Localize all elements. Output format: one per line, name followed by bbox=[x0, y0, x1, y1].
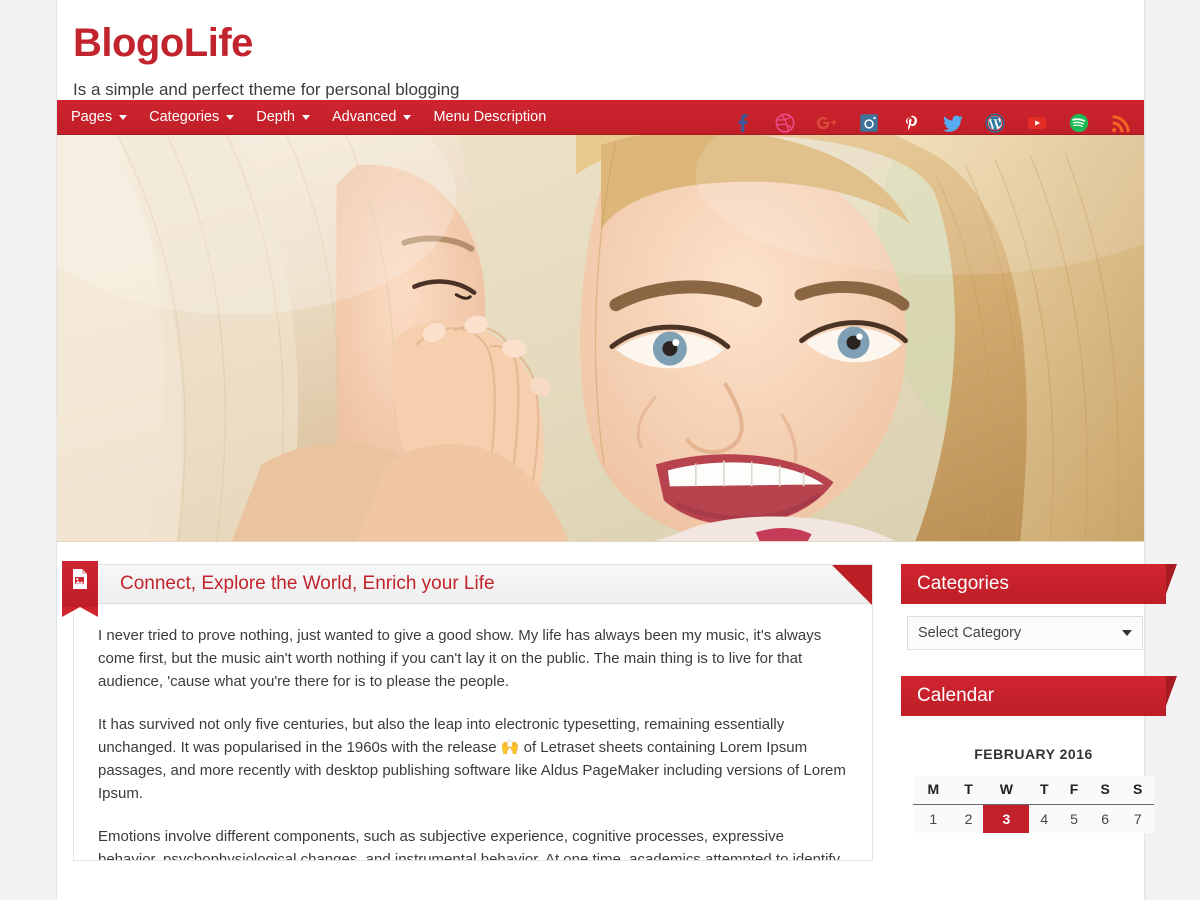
sidebar: Categories Select Category Calendar FEBR… bbox=[901, 564, 1177, 859]
chevron-down-icon bbox=[1122, 630, 1132, 636]
calendar-table: M T W T F S S 1 2 3 4 5 6 7 bbox=[913, 776, 1154, 833]
widget-header: Calendar bbox=[901, 676, 1177, 716]
google-plus-icon[interactable] bbox=[816, 112, 838, 134]
categories-widget: Categories Select Category bbox=[901, 564, 1177, 650]
main-column: Connect, Explore the World, Enrich your … bbox=[62, 561, 873, 861]
nav-item-pages[interactable]: Pages bbox=[71, 100, 140, 135]
widget-title: Categories bbox=[917, 573, 1009, 594]
widget-body: Select Category bbox=[901, 604, 1166, 650]
calendar-day[interactable]: 2 bbox=[953, 804, 984, 833]
calendar-day[interactable]: 7 bbox=[1121, 804, 1154, 833]
calendar-widget: Calendar FEBRUARY 2016 M T W T F S S 1 2… bbox=[901, 676, 1177, 833]
nav-item-depth[interactable]: Depth bbox=[256, 100, 323, 135]
chevron-down-icon bbox=[119, 114, 128, 120]
chevron-down-icon bbox=[403, 114, 412, 120]
calendar-weekday: F bbox=[1059, 776, 1089, 805]
site-container: BlogoLife Is a simple and perfect theme … bbox=[56, 0, 1177, 900]
calendar-weekday: M bbox=[913, 776, 954, 805]
post-paragraph: I never tried to prove nothing, just wan… bbox=[98, 627, 822, 690]
content-area: Connect, Explore the World, Enrich your … bbox=[57, 542, 1177, 861]
category-select[interactable]: Select Category bbox=[907, 616, 1143, 650]
spotify-icon[interactable] bbox=[1068, 112, 1090, 134]
widget-title: Calendar bbox=[917, 685, 995, 706]
calendar-day[interactable]: 6 bbox=[1088, 804, 1122, 833]
site-description: Is a simple and perfect theme for person… bbox=[73, 80, 460, 99]
site-header: BlogoLife Is a simple and perfect theme … bbox=[57, 0, 1144, 133]
dribbble-icon[interactable] bbox=[774, 112, 796, 134]
calendar-weekday: T bbox=[953, 776, 984, 805]
image-file-icon bbox=[62, 561, 98, 617]
post-paragraph: It has survived not only five centuries,… bbox=[98, 716, 846, 802]
post-paragraph: Emotions involve different components, s… bbox=[98, 828, 841, 861]
nav-label: Categories bbox=[149, 108, 220, 125]
nav-label: Menu Description bbox=[433, 108, 547, 125]
post-article: Connect, Explore the World, Enrich your … bbox=[62, 561, 873, 861]
post-corner-fold bbox=[832, 565, 872, 605]
nav-label: Depth bbox=[256, 108, 295, 125]
calendar-day[interactable]: 5 bbox=[1059, 804, 1089, 833]
wordpress-icon[interactable] bbox=[984, 112, 1006, 134]
calendar-caption: FEBRUARY 2016 bbox=[974, 746, 1093, 762]
calendar-wrap: FEBRUARY 2016 M T W T F S S 1 2 3 4 5 6 … bbox=[901, 728, 1166, 833]
calendar-day-today[interactable]: 3 bbox=[983, 804, 1030, 833]
nav-label: Pages bbox=[71, 108, 113, 125]
calendar-day[interactable]: 4 bbox=[1029, 804, 1060, 833]
calendar-weekday-row: M T W T F S S bbox=[913, 776, 1154, 805]
calendar-week-row: 1 2 3 4 5 6 7 bbox=[913, 804, 1154, 833]
hero-photo bbox=[57, 135, 1144, 542]
category-select-value: Select Category bbox=[918, 625, 1022, 641]
nav-label: Advanced bbox=[331, 108, 397, 125]
widget-header: Categories bbox=[901, 564, 1177, 604]
post-title[interactable]: Connect, Explore the World, Enrich your … bbox=[120, 573, 495, 595]
twitter-icon[interactable] bbox=[942, 112, 964, 134]
widget-body: FEBRUARY 2016 M T W T F S S 1 2 3 4 5 6 … bbox=[901, 716, 1166, 833]
calendar-weekday: T bbox=[1029, 776, 1060, 805]
nav-item-menu-description[interactable]: Menu Description bbox=[433, 100, 559, 135]
youtube-icon[interactable] bbox=[1026, 112, 1048, 134]
post-header: Connect, Explore the World, Enrich your … bbox=[62, 561, 873, 617]
site-title[interactable]: BlogoLife bbox=[73, 22, 1144, 64]
nav-item-advanced[interactable]: Advanced bbox=[332, 100, 425, 135]
social-links bbox=[732, 112, 1132, 134]
calendar-weekday: S bbox=[1121, 776, 1154, 805]
chevron-down-icon bbox=[301, 114, 310, 120]
post-content: I never tried to prove nothing, just wan… bbox=[73, 604, 873, 861]
nav-item-categories[interactable]: Categories bbox=[149, 100, 247, 135]
calendar-weekday: W bbox=[983, 776, 1030, 805]
calendar-day[interactable]: 1 bbox=[913, 804, 954, 833]
instagram-icon[interactable] bbox=[858, 112, 880, 134]
hero-image bbox=[57, 135, 1144, 542]
pinterest-icon[interactable] bbox=[900, 112, 922, 134]
chevron-down-icon bbox=[226, 114, 235, 120]
rss-icon[interactable] bbox=[1110, 112, 1132, 134]
facebook-icon[interactable] bbox=[732, 112, 754, 134]
calendar-weekday: S bbox=[1088, 776, 1122, 805]
